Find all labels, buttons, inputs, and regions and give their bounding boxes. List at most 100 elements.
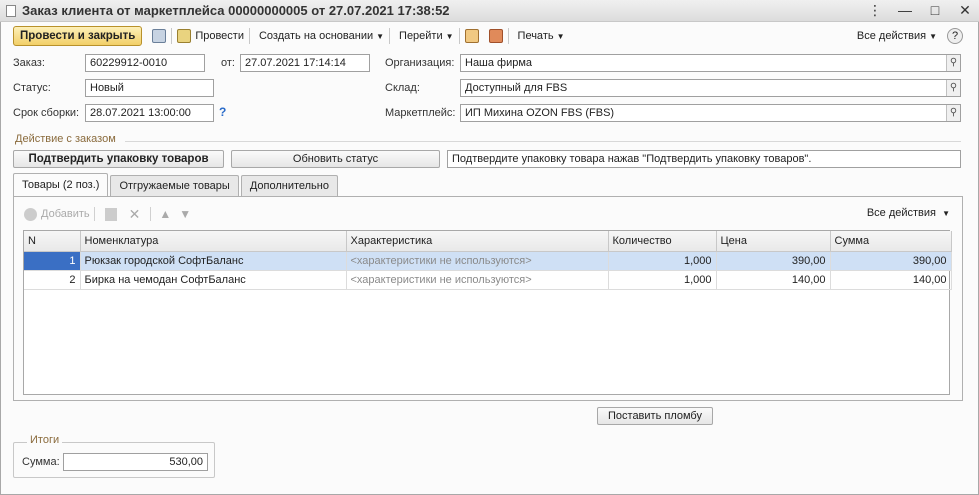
organization-value: Наша фирма [465,57,533,69]
item-name[interactable]: Рюкзак городской СофтБаланс [80,251,347,271]
toolbar-right: Все действия ▼ ? [857,25,963,47]
row-number[interactable]: 1 [24,251,81,271]
item-quantity[interactable]: 1,000 [608,251,717,271]
form-window: Провести и закрыть Провести Создать на о… [0,22,979,495]
all-actions-button[interactable]: Все действия [857,30,926,42]
refresh-status-button[interactable]: Обновить статус [231,150,440,168]
status-label: Статус: [13,82,51,94]
marketplace-field[interactable]: ИП Михина OZON FBS (FBS) ⚲ [460,104,961,122]
tab-additional[interactable]: Дополнительно [240,175,338,196]
chevron-down-icon: ▼ [929,31,937,41]
go-to-button[interactable]: Перейти [399,30,443,42]
all-actions-button[interactable]: Все действия [867,207,936,219]
table-row[interactable]: 2 Бирка на чемодан СофтБаланс <характери… [24,270,952,290]
goods-all-actions[interactable]: Все действия ▼ [867,207,950,219]
toolbar-separator [150,207,152,221]
item-characteristic[interactable]: <характеристики не используются> [346,251,609,271]
menu-icon[interactable]: ⋮ [867,2,883,19]
order-date-field[interactable]: 27.07.2021 17:14:14 [240,54,370,72]
search-icon[interactable]: ⚲ [946,105,960,121]
toolbar-separator [458,28,460,44]
column-header-price[interactable]: Цена [716,231,831,252]
total-sum-field: 530,00 [63,453,208,471]
toolbar-separator [171,28,173,44]
search-icon[interactable]: ⚲ [946,80,960,96]
tab-goods[interactable]: Товары (2 поз.) [13,173,109,196]
column-header-characteristic[interactable]: Характеристика [346,231,609,252]
delete-icon[interactable]: ✕ [129,206,141,223]
confirm-packing-button[interactable]: Подтвердить упаковку товаров [13,150,224,168]
help-icon[interactable]: ? [219,105,226,119]
post-and-close-button[interactable]: Провести и закрыть [13,26,143,46]
item-sum[interactable]: 390,00 [830,251,952,271]
sum-label: Сумма: [22,456,60,468]
goods-table: N Номенклатура Характеристика Количество… [23,230,952,395]
toolbar-separator [389,28,391,44]
create-based-on-button[interactable]: Создать на основании [259,30,373,42]
warehouse-label: Склад: [385,82,420,94]
title-bar: Заказ клиента от маркетплейса 0000000000… [0,0,979,22]
group-divider [125,141,961,142]
close-icon[interactable]: ✕ [957,2,973,19]
minimize-icon[interactable]: — [897,2,913,19]
window-controls: ⋮ — □ ✕ [867,2,973,19]
structure-icon[interactable] [488,29,503,43]
order-label: Заказ: [13,57,45,69]
chevron-down-icon: ▼ [942,209,950,218]
order-number-field[interactable]: 60229912-0010 [85,54,205,72]
table-header: N Номенклатура Характеристика Количество… [24,231,952,252]
command-bar: Провести и закрыть Провести Создать на о… [13,25,963,47]
organization-field[interactable]: Наша фирма ⚲ [460,54,961,72]
column-header-item[interactable]: Номенклатура [80,231,347,252]
chevron-down-icon: ▼ [445,31,454,41]
from-label: от: [221,57,235,69]
warehouse-value: Доступный для FBS [465,82,568,94]
warehouse-field[interactable]: Доступный для FBS ⚲ [460,79,961,97]
chevron-down-icon: ▼ [376,31,385,41]
column-header-n[interactable]: N [24,231,81,252]
copy-icon[interactable] [104,207,117,221]
document-icon [6,4,16,17]
post-icon[interactable] [177,29,192,43]
save-icon[interactable] [152,29,167,43]
column-header-sum[interactable]: Сумма [830,231,952,252]
marketplace-label: Маркетплейс: [385,107,456,119]
item-quantity[interactable]: 1,000 [608,270,717,290]
deadline-field[interactable]: 28.07.2021 13:00:00 [85,104,214,122]
chevron-down-icon: ▼ [556,31,565,41]
tab-shipped-goods[interactable]: Отгружаемые товары [110,175,239,196]
goods-toolbar: Добавить ✕ ▲ ▼ [24,205,195,223]
item-price[interactable]: 140,00 [716,270,831,290]
totals-group: Сумма: 530,00 [13,442,215,478]
table-row[interactable]: 1 Рюкзак городской СофтБаланс <характери… [24,251,952,271]
print-button[interactable]: Печать [518,30,554,42]
move-up-icon[interactable]: ▲ [159,207,171,221]
status-field[interactable]: Новый [85,79,214,97]
order-action-group-title: Действие с заказом [15,133,116,145]
help-button[interactable]: ? [947,28,963,44]
row-number[interactable]: 2 [24,270,81,290]
report-icon[interactable] [464,29,479,43]
add-button[interactable]: Добавить [41,208,90,220]
toolbar-separator [93,207,95,221]
organization-label: Организация: [385,57,455,69]
column-header-quantity[interactable]: Количество [608,231,717,252]
add-icon [24,207,37,221]
tab-strip: Товары (2 поз.) Отгружаемые товары Допол… [13,173,340,196]
item-characteristic[interactable]: <характеристики не используются> [346,270,609,290]
toolbar-separator [507,28,509,44]
packing-hint-field: Подтвердите упаковку товара нажав "Подтв… [447,150,961,168]
window-title: Заказ клиента от маркетплейса 0000000000… [22,3,450,18]
item-sum[interactable]: 140,00 [830,270,952,290]
marketplace-value: ИП Михина OZON FBS (FBS) [465,107,615,119]
deadline-label: Срок сборки: [13,107,80,119]
search-icon[interactable]: ⚲ [946,55,960,71]
item-name[interactable]: Бирка на чемодан СофтБаланс [80,270,347,290]
move-down-icon[interactable]: ▼ [179,207,191,221]
maximize-icon[interactable]: □ [927,2,943,19]
item-price[interactable]: 390,00 [716,251,831,271]
goods-tab-panel: Добавить ✕ ▲ ▼ Все действия ▼ N Номенкла… [13,196,963,401]
totals-group-title: Итоги [27,434,63,446]
post-button[interactable]: Провести [195,30,244,42]
set-seal-button[interactable]: Поставить пломбу [597,407,713,425]
